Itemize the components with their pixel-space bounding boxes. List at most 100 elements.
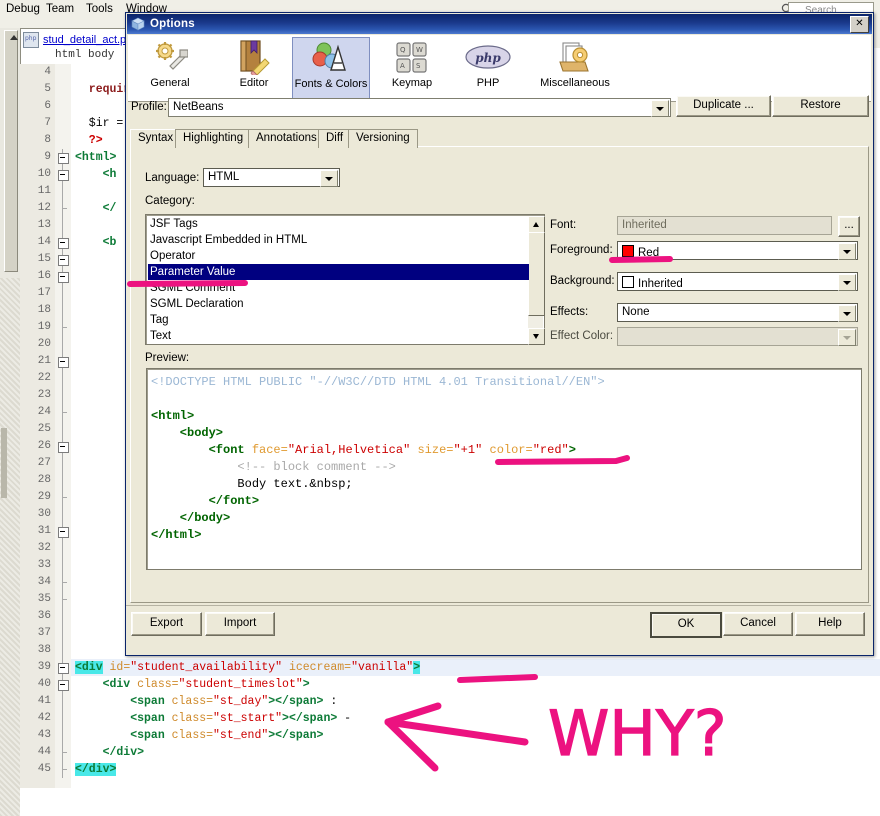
options-category-toolbar: General Editor Fonts & Colors Q W A S Ke… xyxy=(128,35,871,102)
chevron-down-icon[interactable] xyxy=(651,100,669,117)
options-tab-editor[interactable]: Editor xyxy=(216,37,292,99)
fold-guide-line xyxy=(62,302,63,319)
fold-toggle-icon[interactable] xyxy=(58,272,69,283)
help-button[interactable]: Help xyxy=(795,612,865,636)
dialog-title-bar[interactable]: Options ✕ xyxy=(127,14,872,34)
chevron-down-icon[interactable] xyxy=(838,274,856,291)
fold-toggle-icon[interactable] xyxy=(58,153,69,164)
left-rail-scroll-track[interactable] xyxy=(4,30,18,272)
code-line[interactable]: <span class="st_end"></span> xyxy=(75,727,323,744)
category-list-item[interactable]: Tag xyxy=(148,312,529,328)
fold-toggle-icon[interactable] xyxy=(58,238,69,249)
fold-toggle-icon[interactable] xyxy=(58,442,69,453)
font-field[interactable]: Inherited xyxy=(617,216,832,235)
line-number: 34 xyxy=(37,576,51,588)
category-list-item[interactable]: SGML Declaration xyxy=(148,296,529,312)
export-button[interactable]: Export xyxy=(131,612,202,636)
fold-end-marker xyxy=(62,208,67,209)
import-button[interactable]: Import xyxy=(205,612,275,636)
code-line[interactable]: <div id="student_availability" icecream=… xyxy=(75,659,421,676)
menu-item-tools[interactable]: Tools xyxy=(86,2,113,16)
code-line[interactable]: ?> xyxy=(75,132,103,149)
line-number: 14 xyxy=(37,236,51,248)
fold-toggle-icon[interactable] xyxy=(58,680,69,691)
chevron-down-icon[interactable] xyxy=(320,170,338,187)
code-line[interactable]: <span class="st_start"></span> - xyxy=(75,710,351,727)
cancel-button[interactable]: Cancel xyxy=(723,612,793,636)
language-combobox[interactable]: HTML xyxy=(203,168,340,187)
fold-guide-line xyxy=(62,557,63,574)
category-list-item[interactable]: Parameter Value xyxy=(148,264,529,280)
line-number: 42 xyxy=(37,712,51,724)
fold-toggle-icon[interactable] xyxy=(58,663,69,674)
category-list-item[interactable]: JSF Tags xyxy=(148,216,529,232)
restore-button[interactable]: Restore xyxy=(772,95,869,117)
code-line[interactable]: <div class="student_timeslot"> xyxy=(75,676,310,693)
options-tab-php[interactable]: php PHP xyxy=(450,37,526,99)
close-icon[interactable]: ✕ xyxy=(850,16,869,33)
options-tab-fonts-and-colors[interactable]: Fonts & Colors xyxy=(292,37,370,101)
tab-versioning-label: Versioning xyxy=(356,132,410,144)
code-fold-column[interactable] xyxy=(55,64,72,788)
category-scrollbar[interactable] xyxy=(528,216,545,345)
menu-item-debug[interactable]: Debug xyxy=(6,2,40,16)
scroll-up-icon[interactable] xyxy=(528,216,545,233)
scroll-thumb[interactable] xyxy=(528,232,545,316)
code-line[interactable]: <h xyxy=(75,166,117,183)
code-line[interactable]: <b xyxy=(75,234,117,251)
options-tab-general-label: General xyxy=(150,77,190,89)
category-list-item[interactable]: Operator xyxy=(148,248,529,264)
code-line[interactable]: <span class="st_day"></span> : xyxy=(75,693,337,710)
foreground-combobox[interactable]: Red xyxy=(617,241,858,260)
fold-toggle-icon[interactable] xyxy=(58,255,69,266)
line-number: 39 xyxy=(37,661,51,673)
profile-combobox[interactable]: NetBeans xyxy=(168,98,671,117)
fold-guide-line xyxy=(62,642,63,659)
code-line[interactable]: <html> xyxy=(75,149,116,166)
code-line[interactable]: </ xyxy=(75,200,117,217)
line-number: 4 xyxy=(44,66,51,78)
options-tab-miscellaneous-label: Miscellaneous xyxy=(540,77,610,89)
language-value: HTML xyxy=(208,171,240,183)
category-list-item[interactable]: SGML Comment xyxy=(148,280,529,296)
font-browse-button[interactable]: ... xyxy=(838,216,860,237)
scroll-down-icon[interactable] xyxy=(528,328,545,345)
category-list-item[interactable]: Text xyxy=(148,328,529,344)
duplicate-button[interactable]: Duplicate ... xyxy=(676,95,771,117)
chevron-down-icon[interactable] xyxy=(838,305,856,322)
line-number: 20 xyxy=(37,338,51,350)
fold-toggle-icon[interactable] xyxy=(58,170,69,181)
breadcrumb-text: html body xyxy=(55,49,115,61)
svg-text:A: A xyxy=(400,62,405,70)
fold-guide-line xyxy=(62,540,63,557)
tab-syntax[interactable]: Syntax xyxy=(130,129,182,148)
tab-highlighting[interactable]: Highlighting xyxy=(175,129,252,148)
ok-button[interactable]: OK xyxy=(650,612,722,638)
fold-guide-line xyxy=(62,217,63,234)
options-tab-general[interactable]: General xyxy=(132,37,208,99)
fold-toggle-icon[interactable] xyxy=(58,357,69,368)
background-combobox[interactable]: Inherited xyxy=(617,272,858,291)
line-number: 24 xyxy=(37,406,51,418)
tab-diff[interactable]: Diff xyxy=(318,129,352,148)
category-list-item[interactable]: Javascript Embedded in HTML xyxy=(148,232,529,248)
tab-annotations[interactable]: Annotations xyxy=(248,129,325,148)
chevron-down-icon[interactable] xyxy=(838,243,856,260)
code-line[interactable]: </div> xyxy=(75,744,144,761)
options-tab-miscellaneous[interactable]: Miscellaneous xyxy=(520,37,630,99)
dialog-tab-strip: Syntax Highlighting Annotations Diff Ver… xyxy=(130,129,740,148)
options-tab-keymap[interactable]: Q W A S Keymap xyxy=(374,37,450,99)
fold-toggle-icon[interactable] xyxy=(58,527,69,538)
background-color-swatch xyxy=(622,276,634,288)
line-number-gutter: 4 5 6 7 8 9 10 11 12 13 14 15 16 17 18 19 20 21 22 23 24 25 26… xyxy=(20,64,56,788)
left-rail-scroll-thumb[interactable] xyxy=(1,428,7,498)
svg-text:W: W xyxy=(416,46,423,54)
effects-combobox[interactable]: None xyxy=(617,303,858,322)
line-number: 7 xyxy=(44,117,51,129)
code-line[interactable]: $ir = xyxy=(75,115,130,132)
preview-code-line: <font face="Arial,Helvetica" size="+1" c… xyxy=(151,443,576,457)
menu-item-team[interactable]: Team xyxy=(46,2,74,16)
category-listbox[interactable]: JSF Tags Javascript Embedded in HTML Opera… xyxy=(145,214,545,345)
code-line[interactable]: </div> xyxy=(75,761,117,778)
tab-versioning[interactable]: Versioning xyxy=(348,129,418,148)
